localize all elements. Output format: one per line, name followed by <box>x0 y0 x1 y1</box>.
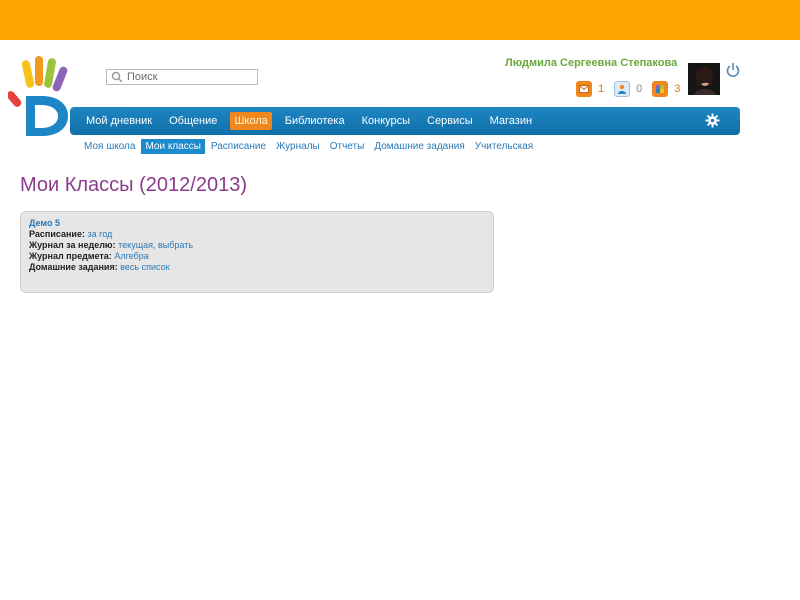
class-card: Демо 5 Расписание: за год Журнал за неде… <box>20 211 494 293</box>
search-box[interactable] <box>106 69 258 85</box>
week-journal-links[interactable]: текущая, выбрать <box>118 240 193 250</box>
apps-count: 3 <box>674 83 681 95</box>
sub-nav: Моя школа Мои классы Расписание Журналы … <box>80 139 539 154</box>
nav-item-library[interactable]: Библиотека <box>281 112 349 130</box>
messages-badge[interactable]: 1 <box>576 81 604 97</box>
subnav-reports[interactable]: Отчеты <box>326 139 369 154</box>
nav-item-contests[interactable]: Конкурсы <box>358 112 414 130</box>
friends-badge[interactable]: 0 <box>614 81 642 97</box>
card-row-week-journal: Журнал за неделю: текущая, выбрать <box>29 240 485 251</box>
messages-count: 1 <box>598 83 605 95</box>
homework-list-link[interactable]: весь список <box>120 262 169 272</box>
subject-journal-link[interactable]: Алгебра <box>114 251 148 261</box>
person-icon <box>614 81 631 97</box>
main-nav: Мой дневник Общение Школа Библиотека Кон… <box>70 107 740 135</box>
apps-badge[interactable]: 3 <box>652 81 680 97</box>
search-input[interactable] <box>127 71 247 83</box>
nav-item-school[interactable]: Школа <box>230 112 272 130</box>
row-label: Журнал за неделю: <box>29 240 116 250</box>
subnav-my-school[interactable]: Моя школа <box>80 139 139 154</box>
row-label: Журнал предмета: <box>29 251 112 261</box>
subnav-my-classes[interactable]: Мои классы <box>141 139 205 154</box>
gear-icon[interactable] <box>705 113 720 128</box>
class-name-link[interactable]: Демо 5 <box>29 218 485 229</box>
page-title: Мои Классы (2012/2013) <box>20 174 247 196</box>
card-row-subject-journal: Журнал предмета: Алгебра <box>29 251 485 262</box>
card-row-schedule: Расписание: за год <box>29 229 485 240</box>
notification-badges: 1 0 3 <box>576 81 690 97</box>
mail-icon <box>576 81 592 97</box>
nav-item-shop[interactable]: Магазин <box>486 112 536 130</box>
subnav-journals[interactable]: Журналы <box>272 139 324 154</box>
top-orange-band <box>0 0 800 40</box>
user-name-link[interactable]: Людмила Сергеевна Степакова <box>505 57 677 69</box>
subnav-teachers-room[interactable]: Учительская <box>471 139 537 154</box>
avatar[interactable] <box>688 63 720 95</box>
subnav-schedule[interactable]: Расписание <box>207 139 270 154</box>
search-icon <box>111 71 123 83</box>
power-logout-icon[interactable] <box>725 62 741 78</box>
card-row-homework: Домашние задания: весь список <box>29 262 485 273</box>
subnav-homework[interactable]: Домашние задания <box>370 139 468 154</box>
nav-item-communication[interactable]: Общение <box>165 112 221 130</box>
row-label: Расписание: <box>29 229 85 239</box>
puzzle-icon <box>652 81 669 97</box>
nav-item-services[interactable]: Сервисы <box>423 112 477 130</box>
friends-count: 0 <box>636 83 643 95</box>
dnevnik-logo-icon[interactable] <box>8 56 78 140</box>
avatar-photo-icon <box>688 63 720 95</box>
row-label: Домашние задания: <box>29 262 118 272</box>
schedule-year-link[interactable]: за год <box>87 229 112 239</box>
nav-item-diary[interactable]: Мой дневник <box>82 112 156 130</box>
